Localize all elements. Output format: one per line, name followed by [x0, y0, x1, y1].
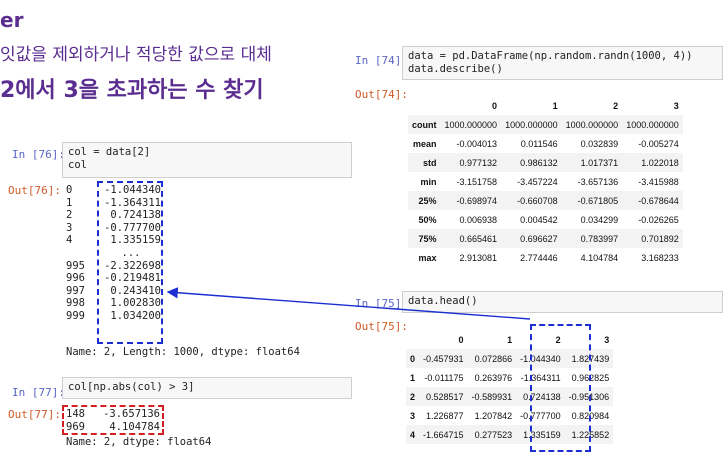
- arrow-line: [166, 287, 531, 320]
- connector-arrow: [166, 287, 531, 320]
